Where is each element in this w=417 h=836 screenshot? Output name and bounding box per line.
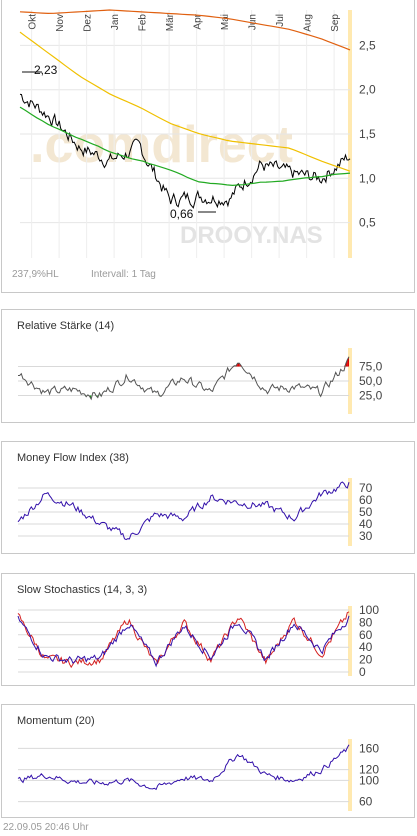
watermark: .comdirect <box>30 116 293 174</box>
stoch-panel: Slow Stochastics (14, 3, 3) 100 80 60 40 20 0 <box>1 573 415 686</box>
hl-label: 237,9%HL <box>12 269 59 280</box>
momentum-panel: Momentum (20) 160 120 100 60 <box>1 704 415 818</box>
indicator-band <box>348 739 352 811</box>
rsi-panel: Relative Stärke (14) 75,0 50,0 25,0 <box>1 309 415 423</box>
price-y-tick-label: 1,5 <box>359 127 376 141</box>
indicator-tick-label: 50,0 <box>359 374 383 388</box>
momentum-chart: 16012010060 <box>17 739 379 811</box>
indicator-tick-label: 0 <box>359 665 366 679</box>
price-y-tick-label: 0,5 <box>359 216 376 230</box>
price-chart-panel: .comdirect DROOY.NAS Okt Nov Dez Jan Feb Mär A… <box>1 0 415 293</box>
mfi-chart: 7060504030 <box>17 478 373 546</box>
indicator-tick-label: 60 <box>359 795 373 809</box>
month-label: Nov <box>55 14 66 32</box>
month-label: Mär <box>165 13 176 31</box>
month-label: Okt <box>28 14 39 30</box>
indicator-tick-label: 75,0 <box>359 360 383 374</box>
indicator-line <box>17 744 350 791</box>
month-label: Aug <box>303 14 314 32</box>
mfi-panel: Money Flow Index (38) 70 60 50 40 30 <box>1 441 415 554</box>
indicator-tick-label: 100 <box>359 773 379 787</box>
indicator-tick-label: 30 <box>359 529 373 543</box>
stoch-chart: 100806040200 <box>17 603 379 679</box>
month-label: Dez <box>83 14 94 32</box>
price-y-tick-label: 2,5 <box>359 38 376 52</box>
indicator-line <box>18 356 350 401</box>
low-annotation: 0,66 <box>170 207 194 221</box>
indicator-signal-line <box>17 615 350 668</box>
high-annotation: 2,23 <box>34 63 58 77</box>
footer-datetime: 22.09.05 20:46 Uhr <box>3 822 89 833</box>
price-y-tick-label: 2,0 <box>359 83 376 97</box>
indicator-tick-label: 25,0 <box>359 389 383 403</box>
indicator-line <box>17 481 350 541</box>
price-chart: .comdirect DROOY.NAS Okt Nov Dez Jan Feb Mär A… <box>19 9 376 258</box>
ma-slow-line <box>19 9 351 51</box>
interval-label: Intervall: 1 Tag <box>91 269 156 280</box>
price-y-ticks: 2,5 2,0 1,5 1,0 0,5 <box>359 38 376 229</box>
indicator-tick-label: 160 <box>359 741 379 755</box>
month-label: Feb <box>138 14 149 32</box>
month-labels: Okt Nov Dez Jan Feb Mär Apr Mai Jun Jul Aug Sep <box>28 13 342 31</box>
rsi-chart: 75,050,025,0 <box>18 348 383 414</box>
month-label: Sep <box>330 14 341 32</box>
price-y-tick-label: 1,0 <box>359 171 376 185</box>
indicator-line <box>17 611 350 669</box>
month-label: Mai <box>220 14 231 30</box>
month-label: Jan <box>110 14 121 30</box>
month-label: Jul <box>275 14 286 27</box>
